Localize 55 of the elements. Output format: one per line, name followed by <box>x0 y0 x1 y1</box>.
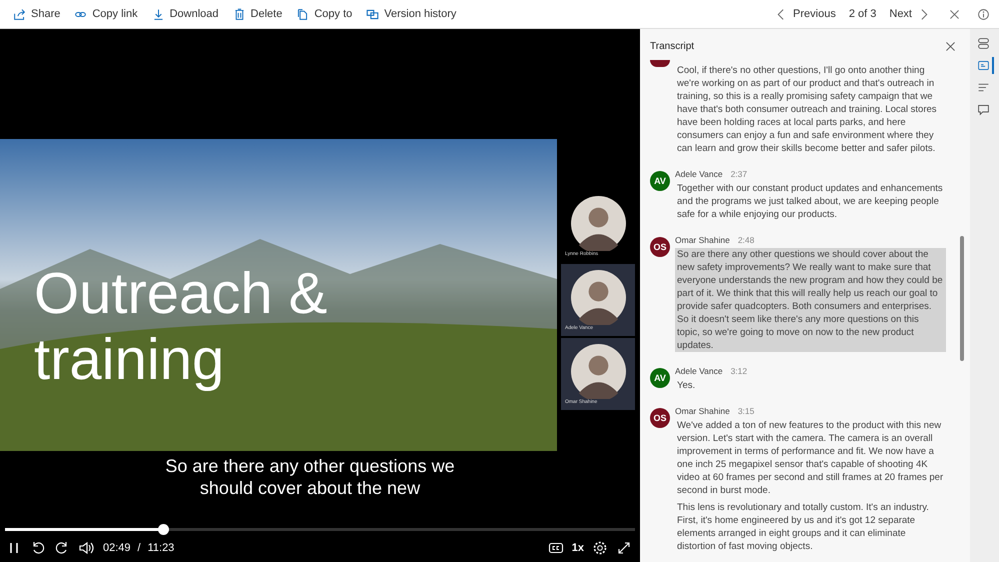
transcript-text[interactable]: Yes. <box>675 379 946 392</box>
progress-thumb[interactable] <box>158 524 168 535</box>
speaker-avatar: AV <box>650 171 670 191</box>
speaker-avatar: OS <box>650 237 670 257</box>
current-time: 02:49 <box>103 542 131 554</box>
scrollbar[interactable] <box>960 236 964 361</box>
comment-icon <box>977 103 990 116</box>
person-silhouette-icon <box>570 344 626 398</box>
expand-icon <box>616 540 632 556</box>
timestamp: 3:12 <box>730 366 748 376</box>
page-position: 2 of 3 <box>848 8 878 20</box>
download-icon <box>152 8 165 20</box>
caption-text: So are there any other questions we should cover about the new <box>164 455 456 499</box>
copy-button[interactable]: Copy to <box>291 3 358 25</box>
copy-icon <box>296 8 310 20</box>
history-button[interactable]: Version history <box>361 3 462 25</box>
transcript-text[interactable]: Cool, if there's no other questions, I'll go onto another thing we're working on as part of our product and that's outreach in training, so this is a really promising safety campaign that we have that's both consumer outreach and training. Local stores have been holding races at local parts parks, and here consumers can enjoy a fun and safe environment where they can learn and grow their skills become better and safer pilots. <box>675 64 946 155</box>
download-button[interactable]: Download <box>146 3 224 25</box>
history-icon <box>366 8 380 20</box>
close-icon <box>948 8 961 20</box>
speaker-avatar: AV <box>650 368 670 388</box>
share-button[interactable]: Share <box>8 3 66 25</box>
speaker-name: Adele Vance <box>675 366 723 376</box>
panel-title: Transcript <box>650 41 694 52</box>
speed-button[interactable]: 1x <box>570 540 586 556</box>
timestamp: 2:37 <box>730 169 748 179</box>
previous-button[interactable]: Previous <box>770 3 841 25</box>
info-icon <box>977 8 990 20</box>
duration: 11:23 <box>148 542 174 554</box>
speaker-name: Omar Shahine <box>675 235 730 245</box>
next-button[interactable]: Next <box>884 3 935 25</box>
transcript-text[interactable]: So are there any other questions we should cover about the new safety improvements? We really want to make sure that everyone understands the new program and how they could be part of it. We think that this will really help us reach our goal to provide safer quadcopters. Both consumers and enterprises. So it doesn't seem like there's any more questions on this topic, so we're going to move on now to the new product updates. <box>675 248 946 352</box>
close-icon <box>944 40 957 53</box>
timestamp: 3:15 <box>738 406 754 416</box>
link-button[interactable]: Copy link <box>69 3 143 25</box>
delete-button[interactable]: Delete <box>228 3 288 25</box>
transcript-text[interactable]: Together with our constant product updates and enhancements and the programs we just talked about, we are keeping people safe for a while enjoying our products. <box>675 182 946 221</box>
transcript-text[interactable]: This lens is revolutionary and totally custom. It's an industry. First, it's home engineered by us and it's got 12 separate elements arranged in eight groups and it can eliminate distortion of fast moving objects. <box>675 501 946 553</box>
time-separator: / <box>138 542 141 554</box>
transcript-icon <box>977 59 990 72</box>
slide-title: Outreach & training <box>34 261 328 393</box>
captions-icon <box>548 540 564 556</box>
person-silhouette-icon <box>570 270 626 324</box>
speaker-name: Adele Vance <box>675 169 723 179</box>
share-icon <box>13 8 26 20</box>
person-silhouette-icon <box>570 196 626 250</box>
timestamp: 2:48 <box>738 235 754 245</box>
list-icon <box>977 81 990 94</box>
speaker-name: Omar Shahine <box>675 406 730 416</box>
transcript-tab[interactable] <box>975 57 994 74</box>
speaker-avatar: OS <box>650 408 670 428</box>
gear-icon <box>592 540 608 556</box>
speaker-icon <box>78 540 94 556</box>
transcript-text[interactable]: We've added a ton of new features to the product with this new version. Let's start with the camera. The camera is an overall improvement in terms of performance and fit. We now have a one inch 25 megapixel sensor that's capable of shooting 4K video at 60 frames per second and still frames at 20 frames per second in burst mode. <box>675 419 946 497</box>
trash-icon <box>232 8 246 20</box>
